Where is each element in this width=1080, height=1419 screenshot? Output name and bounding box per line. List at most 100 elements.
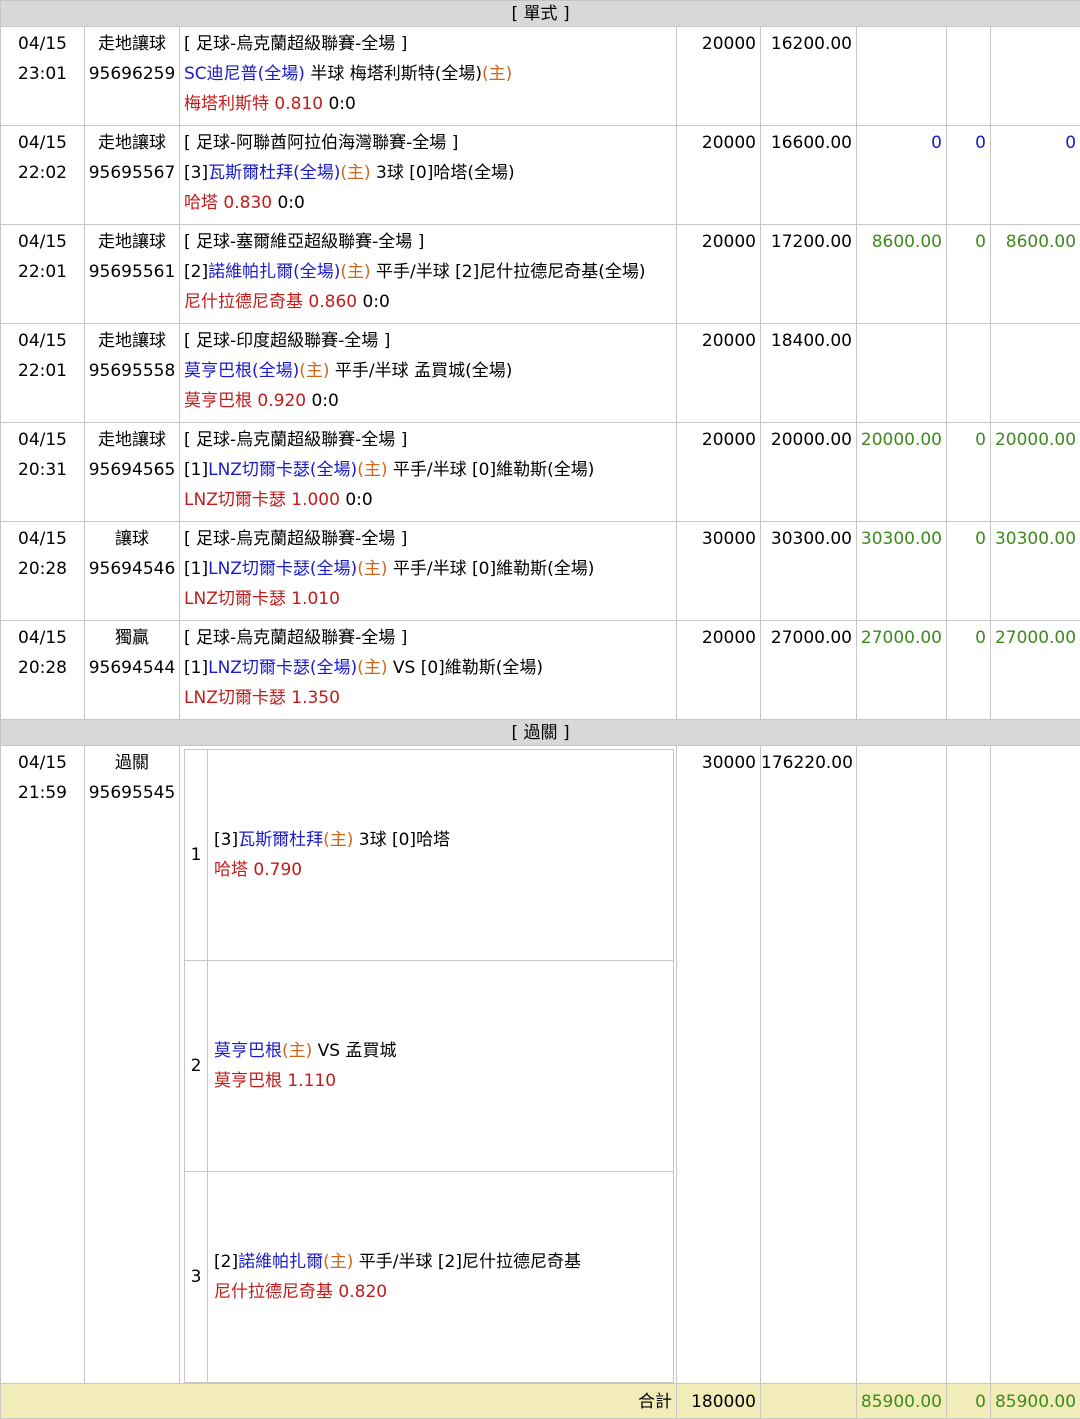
- bet-result: 0: [991, 126, 1080, 225]
- bet-time: 20:28: [1, 554, 84, 584]
- bet-row: 04/1520:28獨贏95694544[ 足球-烏克蘭超級聯賽-全場 ][1]…: [1, 621, 1080, 720]
- bet-row: 04/1522:01走地讓球95695558[ 足球-印度超級聯賽-全場 ]莫亨…: [1, 324, 1080, 423]
- bet-row: 04/1522:02走地讓球95695567[ 足球-阿聯酋阿拉伯海灣聯賽-全場…: [1, 126, 1080, 225]
- team-home: SC迪尼普(全場): [184, 64, 305, 84]
- bet-detail: [ 足球-烏克蘭超級聯賽-全場 ][1]LNZ切爾卡瑟(全場)(主) 平手/半球…: [180, 423, 677, 522]
- match-line: [2]諾維帕扎爾(全場)(主) 平手/半球 [2]尼什拉德尼奇基(全場): [184, 257, 676, 287]
- league-name: [ 足球-阿聯酋阿拉伯海灣聯賽-全場 ]: [184, 128, 676, 158]
- league-name: [ 足球-烏克蘭超級聯賽-全場 ]: [184, 29, 676, 59]
- live-score: 0:0: [345, 490, 372, 510]
- match-line: [1]LNZ切爾卡瑟(全場)(主) VS [0]維勒斯(全場): [184, 653, 676, 683]
- bet-detail: [ 足球-烏克蘭超級聯賽-全場 ][1]LNZ切爾卡瑟(全場)(主) 平手/半球…: [180, 522, 677, 621]
- pick-team: 哈塔: [214, 860, 248, 880]
- pick-team: LNZ切爾卡瑟: [184, 688, 286, 708]
- bet-date: 04/15: [1, 29, 84, 59]
- leg-number: 1: [185, 750, 208, 961]
- bet-result: 8600.00: [991, 225, 1080, 324]
- bet-type-id: 走地讓球95695567: [85, 126, 180, 225]
- pick-team: 尼什拉德尼奇基: [184, 292, 303, 312]
- home-marker: (主): [357, 658, 387, 678]
- bet-type: 走地讓球: [85, 227, 179, 257]
- pick-line: 梅塔利斯特 0.810 0:0: [184, 89, 676, 119]
- bet-history-table: [ 單式 ] 04/1523:01走地讓球95696259[ 足球-烏克蘭超級聯…: [0, 0, 1080, 1419]
- pick-odds: 0.830: [223, 193, 272, 213]
- leg-detail: 莫亨巴根(主) VS 孟買城莫亨巴根 1.110: [208, 961, 674, 1172]
- match-prefix: [1]: [184, 460, 208, 480]
- bet-type-id: 走地讓球95696259: [85, 27, 180, 126]
- bet-payout: 20000.00: [761, 423, 857, 522]
- pick-odds: 0.820: [338, 1282, 387, 1302]
- bet-result: [991, 746, 1080, 1384]
- bet-commission: 0: [947, 225, 991, 324]
- match-line: [3]瓦斯爾杜拜(全場)(主) 3球 [0]哈塔(全場): [184, 158, 676, 188]
- parlay-leg: 2莫亨巴根(主) VS 孟買城莫亨巴根 1.110: [185, 961, 674, 1172]
- bet-win: [857, 27, 947, 126]
- pick-line: LNZ切爾卡瑟 1.010: [184, 584, 676, 614]
- parlay-leg: 3[2]諾維帕扎爾(主) 平手/半球 [2]尼什拉德尼奇基尼什拉德尼奇基 0.8…: [185, 1172, 674, 1383]
- bet-result: [991, 27, 1080, 126]
- pick-team: 哈塔: [184, 193, 218, 213]
- leg-match-line: [3]瓦斯爾杜拜(主) 3球 [0]哈塔: [214, 825, 673, 855]
- match-handicap: 平手/半球 [0]維勒斯(全場): [387, 559, 594, 579]
- bet-win: [857, 324, 947, 423]
- bet-stake: 30000: [677, 746, 761, 1384]
- match-prefix: [1]: [184, 559, 208, 579]
- pick-odds: 1.110: [287, 1071, 336, 1091]
- match-line: [1]LNZ切爾卡瑟(全場)(主) 平手/半球 [0]維勒斯(全場): [184, 554, 676, 584]
- bet-win: [857, 746, 947, 1384]
- team-home: LNZ切爾卡瑟(全場): [208, 658, 357, 678]
- bet-result: [991, 324, 1080, 423]
- section-header-parlay: [ 過關 ]: [1, 720, 1080, 746]
- bet-win: 20000.00: [857, 423, 947, 522]
- pick-team: 莫亨巴根: [214, 1071, 282, 1091]
- bet-id: 95695561: [85, 257, 179, 287]
- bet-type-id: 過關95695545: [85, 746, 180, 1384]
- bet-date: 04/15: [1, 326, 84, 356]
- bet-date: 04/15: [1, 227, 84, 257]
- bet-time: 22:01: [1, 257, 84, 287]
- match-handicap: 平手/半球 [0]維勒斯(全場): [387, 460, 594, 480]
- bet-payout: 16600.00: [761, 126, 857, 225]
- pick-odds: 0.920: [257, 391, 306, 411]
- team-home: 諾維帕扎爾: [238, 1252, 323, 1272]
- bet-stake: 20000: [677, 324, 761, 423]
- home-marker: (主): [323, 830, 353, 850]
- section-title: [ 單式 ]: [1, 1, 1080, 27]
- league-name: [ 足球-烏克蘭超級聯賽-全場 ]: [184, 623, 676, 653]
- match-prefix: [3]: [184, 163, 208, 183]
- bet-win: 27000.00: [857, 621, 947, 720]
- leg-pick-line: 哈塔 0.790: [214, 855, 673, 885]
- match-line: SC迪尼普(全場) 半球 梅塔利斯特(全場)(主): [184, 59, 676, 89]
- bet-id: 95694546: [85, 554, 179, 584]
- bet-type: 走地讓球: [85, 326, 179, 356]
- match-line: [1]LNZ切爾卡瑟(全場)(主) 平手/半球 [0]維勒斯(全場): [184, 455, 676, 485]
- match-handicap: 平手/半球 [2]尼什拉德尼奇基(全場): [371, 262, 646, 282]
- bet-datetime: 04/1522:01: [1, 324, 85, 423]
- bet-payout: 30300.00: [761, 522, 857, 621]
- pick-line: 哈塔 0.830 0:0: [184, 188, 676, 218]
- bet-win: 30300.00: [857, 522, 947, 621]
- bet-type: 讓球: [85, 524, 179, 554]
- bet-result: 20000.00: [991, 423, 1080, 522]
- home-marker: (主): [282, 1041, 312, 1061]
- bet-id: 95695545: [85, 778, 179, 808]
- parlay-leg: 1[3]瓦斯爾杜拜(主) 3球 [0]哈塔哈塔 0.790: [185, 750, 674, 961]
- live-score: 0:0: [311, 391, 338, 411]
- bet-result: 30300.00: [991, 522, 1080, 621]
- bet-commission: [947, 324, 991, 423]
- match-line: 莫亨巴根(全場)(主) 平手/半球 孟買城(全場): [184, 356, 676, 386]
- pick-line: LNZ切爾卡瑟 1.350: [184, 683, 676, 713]
- home-marker: (主): [340, 262, 370, 282]
- bet-detail: [ 足球-阿聯酋阿拉伯海灣聯賽-全場 ][3]瓦斯爾杜拜(全場)(主) 3球 […: [180, 126, 677, 225]
- team-home: LNZ切爾卡瑟(全場): [208, 460, 357, 480]
- bet-type-id: 走地讓球95694565: [85, 423, 180, 522]
- pick-team: LNZ切爾卡瑟: [184, 490, 286, 510]
- bet-row: 04/1520:31走地讓球95694565[ 足球-烏克蘭超級聯賽-全場 ][…: [1, 423, 1080, 522]
- league-name: [ 足球-烏克蘭超級聯賽-全場 ]: [184, 425, 676, 455]
- team-home: 莫亨巴根: [214, 1041, 282, 1061]
- pick-odds: 0.790: [253, 860, 302, 880]
- pick-line: LNZ切爾卡瑟 1.000 0:0: [184, 485, 676, 515]
- bet-detail: [ 足球-烏克蘭超級聯賽-全場 ][1]LNZ切爾卡瑟(全場)(主) VS [0…: [180, 621, 677, 720]
- bet-datetime: 04/1520:28: [1, 522, 85, 621]
- home-marker: (主): [340, 163, 370, 183]
